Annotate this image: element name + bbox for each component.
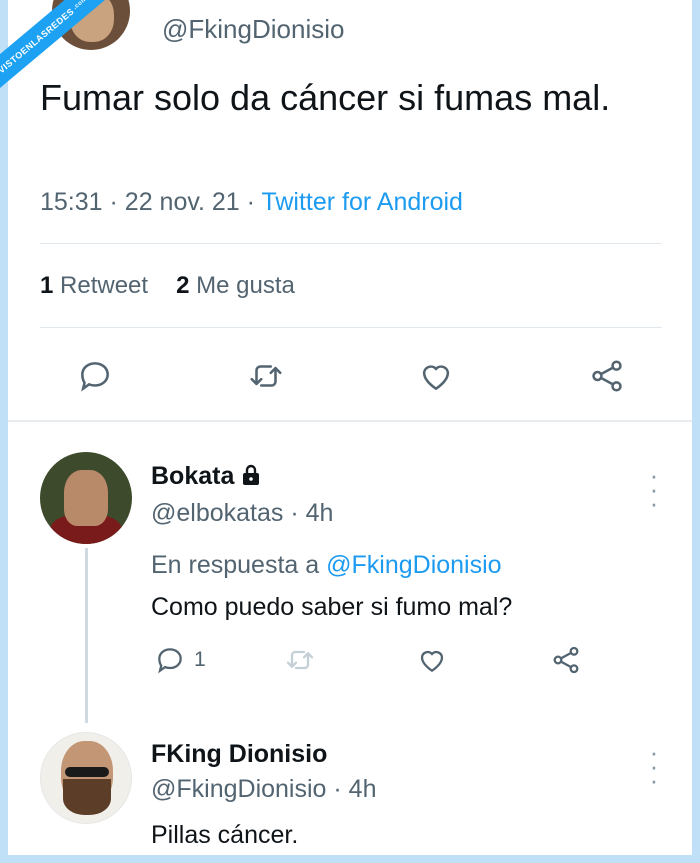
meta-separator: · [246,188,262,216]
reply-handle-text: @elbokatas [151,499,284,527]
author-handle[interactable]: @FkingDionisio [162,14,344,45]
watermark-text: VISTOENLASREDES [0,6,77,76]
reply-text: Como puedo saber si fumo mal? [151,593,513,621]
reply-like-button[interactable] [416,644,448,676]
share-button[interactable] [585,354,629,398]
watermark-sub: .com [72,0,89,11]
divider [40,243,662,244]
retweet-stat[interactable]: 1 Retweet [40,272,148,299]
reply-avatar[interactable] [40,732,132,824]
share-icon [592,360,622,392]
tweet-text: Fumar solo da cáncer si fumas mal. [40,77,611,118]
in-reply-to-label: En respuesta a [151,551,320,579]
reply-text: Pillas cáncer. [151,821,299,849]
section-divider [0,420,700,422]
meta-separator: · [283,499,306,527]
reply-author-handle[interactable]: @elbokatas · 4h [151,499,333,528]
thread-line [85,548,88,723]
in-reply-to-link[interactable]: @FkingDionisio [326,551,501,579]
reply-button[interactable] [73,354,117,398]
lock-icon [243,464,260,485]
retweet-count: 1 [40,272,54,299]
reply-retweet-button[interactable] [284,644,316,676]
reply-handle-text: @FkingDionisio [151,775,327,803]
tweet-date[interactable]: 22 nov. 21 [125,188,240,216]
more-icon: · · · [649,460,659,518]
tweet-stats: 1 Retweet 2 Me gusta [40,272,295,300]
reply-author-handle[interactable]: @FkingDionisio · 4h [151,775,376,804]
tweet-time: 15:31 [40,188,103,216]
tweet-source[interactable]: Twitter for Android [261,188,462,216]
like-label: Me gusta [196,272,295,299]
retweet-icon [250,365,282,387]
like-stat[interactable]: 2 Me gusta [176,272,295,299]
like-icon [420,651,444,672]
reply-avatar[interactable] [40,452,132,544]
meta-separator: · [109,188,125,216]
retweet-button[interactable] [244,354,288,398]
like-icon [422,365,450,391]
retweet-icon [286,650,314,670]
reply-time: 4h [348,775,377,803]
reply-share-button[interactable] [550,644,582,676]
tweet-meta: 15:31 · 22 nov. 21 · Twitter for Android [40,188,463,217]
reply-author-name[interactable]: Bokata [151,462,261,491]
in-reply-to: En respuesta a @FkingDionisio [151,551,502,580]
reply-icon [81,362,109,392]
image-frame [0,0,700,863]
retweet-label: Retweet [60,272,149,299]
like-count: 2 [176,272,190,299]
divider [40,327,662,328]
reply-reply-button[interactable]: 1 [154,644,206,676]
reply-count: 1 [194,648,206,671]
reply-time: 4h [305,499,334,527]
more-icon: · · · [649,737,659,795]
reply-icon [158,648,182,674]
like-button[interactable] [414,354,458,398]
reply-author-name[interactable]: FKing Dionisio [151,740,327,769]
more-options-button[interactable]: · · · [644,462,664,516]
meta-separator: · [326,775,349,803]
share-icon [553,646,579,674]
more-options-button[interactable]: · · · [644,739,664,793]
reply-author-name-text: Bokata [151,462,235,490]
